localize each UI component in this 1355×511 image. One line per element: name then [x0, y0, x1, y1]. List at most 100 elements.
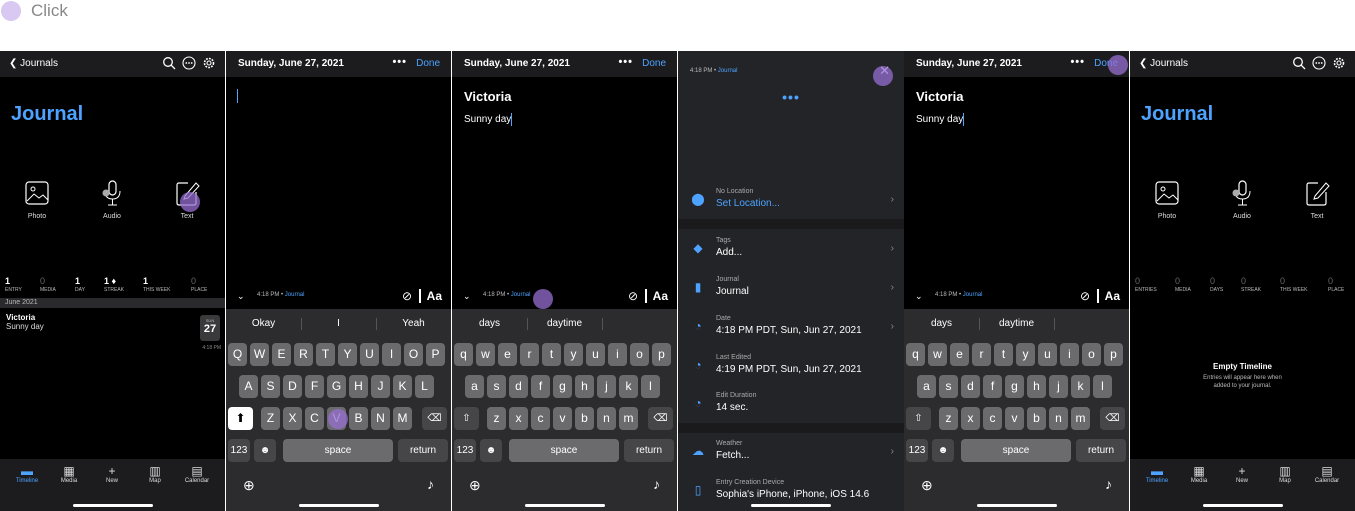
key[interactable]: z — [487, 407, 506, 430]
key[interactable]: J — [371, 375, 390, 398]
key[interactable]: i — [608, 343, 627, 366]
numbers-key[interactable]: 123 — [454, 439, 476, 462]
numbers-key[interactable]: 123 — [228, 439, 250, 462]
suggestion[interactable]: daytime — [527, 318, 602, 329]
key[interactable]: o — [630, 343, 649, 366]
dictation-icon[interactable]: ♪ — [427, 476, 434, 492]
globe-icon[interactable]: ⊕ — [469, 477, 481, 494]
date-row[interactable]: ◔ Date 4:18 PM PDT, Sun, Jun 27, 2021 › — [678, 308, 904, 346]
key[interactable]: s — [487, 375, 506, 398]
globe-icon[interactable]: ⊕ — [243, 477, 255, 494]
location-row[interactable]: ⬤ No Location Set Location... › — [678, 181, 904, 219]
key[interactable]: i — [1060, 343, 1079, 366]
tab-timeline[interactable]: ▬ Timeline — [7, 464, 47, 484]
key[interactable]: u — [1038, 343, 1057, 366]
key[interactable]: B — [349, 407, 368, 430]
key[interactable]: K — [393, 375, 412, 398]
suggestion[interactable]: I — [301, 318, 376, 329]
key[interactable]: H — [349, 375, 368, 398]
audio-button[interactable]: Audio — [87, 179, 137, 220]
key[interactable]: p — [1104, 343, 1123, 366]
key[interactable]: I — [382, 343, 401, 366]
key[interactable]: d — [961, 375, 980, 398]
delete-key[interactable]: ⌫ — [648, 407, 673, 430]
done-button[interactable]: Done — [416, 58, 440, 69]
key[interactable]: v — [553, 407, 572, 430]
key[interactable]: D — [283, 375, 302, 398]
key[interactable]: m — [619, 407, 638, 430]
audio-button[interactable]: Audio — [1217, 179, 1267, 220]
key[interactable]: t — [994, 343, 1013, 366]
key[interactable]: c — [983, 407, 1002, 430]
suggestion[interactable]: Okay — [226, 318, 301, 329]
key[interactable]: y — [1016, 343, 1035, 366]
entry-meta[interactable]: 4:18 PM • Journal — [483, 292, 530, 298]
entry-body[interactable]: Sunny day — [464, 114, 511, 125]
tab-new[interactable]: + New — [1222, 464, 1262, 484]
key[interactable]: G — [327, 375, 346, 398]
delete-key[interactable]: ⌫ — [422, 407, 447, 430]
attachment-icon[interactable]: ⊘ — [1080, 289, 1090, 303]
tab-media[interactable]: ▦ Media — [49, 464, 89, 484]
key[interactable]: E — [272, 343, 291, 366]
done-button[interactable]: Done — [642, 58, 666, 69]
key[interactable]: X — [283, 407, 302, 430]
entry-meta[interactable]: 4:18 PM • Journal — [935, 292, 982, 298]
key[interactable]: k — [1071, 375, 1090, 398]
journal-row[interactable]: ▮ Journal Journal › — [678, 269, 904, 307]
key[interactable]: l — [1093, 375, 1112, 398]
key[interactable]: Z — [261, 407, 280, 430]
more-button[interactable]: ••• — [678, 89, 904, 105]
return-key[interactable]: return — [398, 439, 448, 462]
shift-key[interactable]: ⬆ — [228, 407, 253, 430]
key[interactable]: o — [1082, 343, 1101, 366]
key[interactable]: g — [1005, 375, 1024, 398]
key[interactable]: r — [972, 343, 991, 366]
key[interactable]: Y — [338, 343, 357, 366]
dictation-icon[interactable]: ♪ — [653, 476, 660, 492]
gear-icon[interactable] — [202, 56, 216, 70]
tab-calendar[interactable]: ▤ Calendar — [177, 464, 217, 484]
photo-button[interactable]: Photo — [1142, 179, 1192, 220]
key[interactable]: s — [939, 375, 958, 398]
key[interactable]: m — [1071, 407, 1090, 430]
shift-key[interactable]: ⇧ — [454, 407, 479, 430]
key[interactable]: M — [393, 407, 412, 430]
attachment-icon[interactable]: ⊘ — [402, 289, 412, 303]
tab-media[interactable]: ▦ Media — [1179, 464, 1219, 484]
key[interactable]: p — [652, 343, 671, 366]
more-button[interactable]: ••• — [618, 56, 633, 68]
key[interactable]: h — [575, 375, 594, 398]
emoji-key[interactable]: ☻ — [480, 439, 502, 462]
collapse-icon[interactable]: ⌄ — [463, 291, 471, 302]
key[interactable]: P — [426, 343, 445, 366]
key[interactable]: q — [906, 343, 925, 366]
key[interactable]: N — [371, 407, 390, 430]
tab-map[interactable]: ▥ Map — [135, 464, 175, 484]
timeline-entry[interactable]: Victoria Sunny day SUN 27 4:18 PM — [0, 310, 225, 356]
key[interactable]: R — [294, 343, 313, 366]
key[interactable]: j — [1049, 375, 1068, 398]
key[interactable]: y — [564, 343, 583, 366]
key[interactable]: a — [465, 375, 484, 398]
back-button[interactable]: ❮ Journals — [9, 58, 58, 69]
key[interactable]: F — [305, 375, 324, 398]
key[interactable]: f — [531, 375, 550, 398]
weather-row[interactable]: ☁ Weather Fetch... › — [678, 433, 904, 471]
key[interactable]: g — [553, 375, 572, 398]
key[interactable]: n — [1049, 407, 1068, 430]
key[interactable]: e — [950, 343, 969, 366]
numbers-key[interactable]: 123 — [906, 439, 928, 462]
tab-map[interactable]: ▥ Map — [1265, 464, 1305, 484]
tags-row[interactable]: ◆ Tags Add... › — [678, 230, 904, 268]
photo-button[interactable]: Photo — [12, 179, 62, 220]
key[interactable]: U — [360, 343, 379, 366]
key[interactable]: x — [509, 407, 528, 430]
key[interactable]: z — [939, 407, 958, 430]
key[interactable]: C — [305, 407, 324, 430]
more-icon[interactable] — [182, 56, 196, 70]
key[interactable]: t — [542, 343, 561, 366]
key[interactable]: w — [476, 343, 495, 366]
attachment-icon[interactable]: ⊘ — [628, 289, 638, 303]
suggestion[interactable]: days — [452, 318, 527, 329]
